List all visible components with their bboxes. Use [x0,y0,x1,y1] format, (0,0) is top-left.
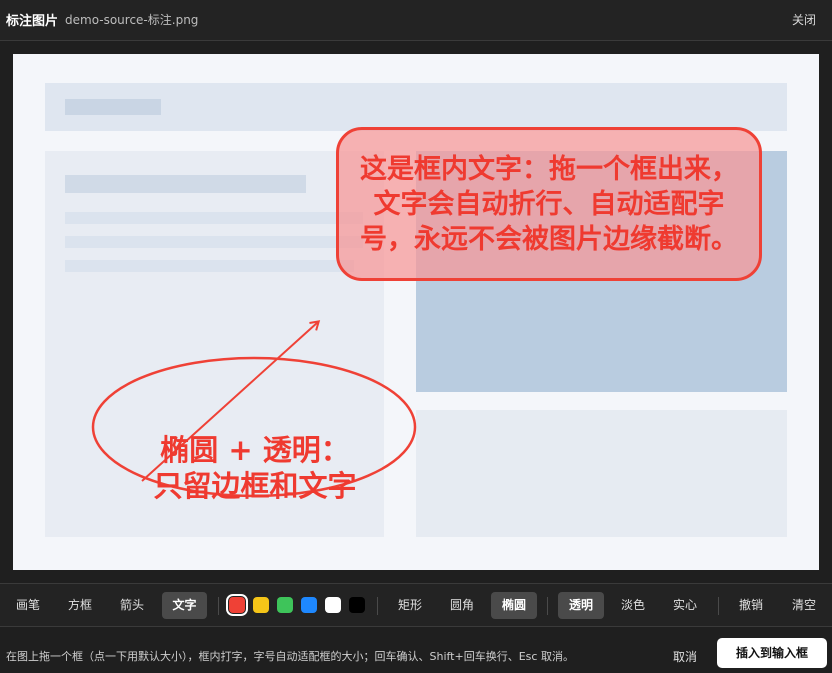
shape-ellipse-button[interactable]: 椭圆 [491,592,537,619]
clear-button[interactable]: 清空 [782,592,826,619]
shape-rect-button[interactable]: 矩形 [388,592,432,619]
insert-button[interactable]: 插入到输入框 [717,638,827,668]
ellipse-annotation-text: 椭圆 + 透明： 只留边框和文字 [140,432,370,504]
cancel-button[interactable]: 取消 [673,648,697,665]
text-box-annotation[interactable]: 这是框内文字：拖一个框出来，文字会自动折行、自动适配字号，永远不会被图片边缘截断… [336,127,762,281]
shape-rounded-button[interactable]: 圆角 [440,592,484,619]
dialog-title: 标注图片 [6,14,59,29]
color-swatch-black[interactable] [349,597,365,613]
fill-solid-button[interactable]: 实心 [663,592,707,619]
fill-light-button[interactable]: 淡色 [611,592,655,619]
canvas-area: 这是框内文字：拖一个框出来，文字会自动折行、自动适配字号，永远不会被图片边缘截断… [0,42,832,582]
tool-arrow-button[interactable]: 箭头 [110,592,154,619]
text-box-annotation-text: 这是框内文字：拖一个框出来，文字会自动折行、自动适配字号，永远不会被图片边缘截断… [360,153,738,255]
close-button[interactable]: 关闭 [792,11,816,28]
dialog-header: 标注图片 demo-source-标注.png 关闭 [0,0,832,41]
file-name: demo-source-标注.png [65,13,199,27]
ellipse-text-line-2: 只留边框和文字 [153,469,357,503]
color-swatch-blue[interactable] [301,597,317,613]
fill-transparent-button[interactable]: 透明 [558,592,604,619]
tool-pen-button[interactable]: 画笔 [6,592,50,619]
ellipse-text-line-1: 椭圆 + 透明： [160,433,350,467]
toolbar-divider [218,597,219,615]
annotation-layer [91,320,417,498]
undo-button[interactable]: 撤销 [729,592,773,619]
toolbar-divider [718,597,719,615]
color-swatch-yellow[interactable] [253,597,269,613]
annotation-toolbar: 画笔 方框 箭头 文字 矩形 圆角 椭圆 透明 淡色 实心 撤销 清空 [0,583,832,627]
toolbar-divider [377,597,378,615]
color-swatch-green[interactable] [277,597,293,613]
color-swatch-red[interactable] [226,594,248,616]
tool-text-button[interactable]: 文字 [162,592,207,619]
dialog-footer: 在图上拖一个框（点一下用默认大小），框内打字，字号自动适配框的大小；回车确认、S… [0,628,832,673]
usage-hint: 在图上拖一个框（点一下用默认大小），框内打字，字号自动适配框的大小；回车确认、S… [6,650,574,663]
toolbar-divider [547,597,548,615]
color-swatch-white[interactable] [325,597,341,613]
tool-box-button[interactable]: 方框 [58,592,102,619]
